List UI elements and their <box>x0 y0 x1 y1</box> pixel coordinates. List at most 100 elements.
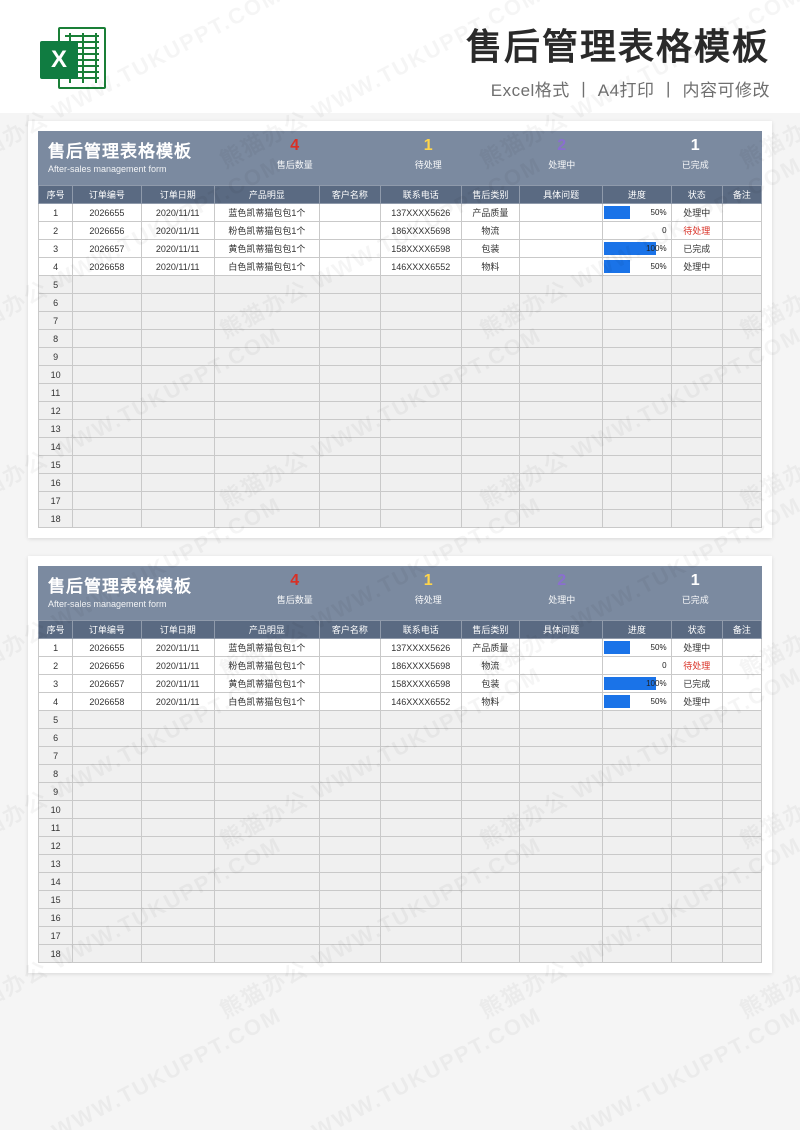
table-cell <box>319 639 380 657</box>
column-header: 序号 <box>39 621 73 639</box>
table-cell: 50% <box>603 639 671 657</box>
table-cell: 6 <box>39 729 73 747</box>
column-header: 备注 <box>722 621 761 639</box>
table-cell <box>671 729 722 747</box>
table-cell <box>722 873 761 891</box>
table-cell <box>520 258 603 276</box>
table-cell <box>722 639 761 657</box>
table-cell <box>671 474 722 492</box>
table-cell: 18 <box>39 510 73 528</box>
table-cell <box>214 456 319 474</box>
table-row: 10 <box>39 366 762 384</box>
table-cell <box>214 837 319 855</box>
table-cell: 3 <box>39 240 73 258</box>
table-cell <box>722 837 761 855</box>
table-cell <box>141 909 214 927</box>
form-subtitle: After-sales management form <box>48 164 218 174</box>
table-cell: 9 <box>39 783 73 801</box>
status-cell: 已完成 <box>671 240 722 258</box>
table-cell: 11 <box>39 819 73 837</box>
table-cell <box>520 222 603 240</box>
table-cell <box>214 909 319 927</box>
status-cell: 处理中 <box>671 258 722 276</box>
table-cell <box>722 474 761 492</box>
table-cell <box>603 492 671 510</box>
table-cell: 50% <box>603 258 671 276</box>
table-cell <box>319 348 380 366</box>
table-cell <box>73 927 141 945</box>
table-cell: 粉色凯蒂猫包包1个 <box>214 657 319 675</box>
after-sales-table: 序号订单编号订单日期产品明显客户名称联系电话售后类别具体问题进度状态备注1202… <box>38 185 762 528</box>
table-cell <box>461 474 520 492</box>
table-cell <box>319 675 380 693</box>
table-cell <box>73 438 141 456</box>
table-cell <box>520 783 603 801</box>
table-cell <box>380 855 461 873</box>
table-cell: 10 <box>39 801 73 819</box>
column-header: 订单编号 <box>73 186 141 204</box>
form-banner: 售后管理表格模板After-sales management form4售后数量… <box>38 131 762 185</box>
table-cell <box>722 492 761 510</box>
table-cell: 158XXXX6598 <box>380 240 461 258</box>
table-cell <box>141 402 214 420</box>
table-cell: 12 <box>39 837 73 855</box>
table-cell <box>319 729 380 747</box>
table-cell <box>671 402 722 420</box>
status-cell: 处理中 <box>671 693 722 711</box>
table-cell <box>214 873 319 891</box>
table-cell <box>214 366 319 384</box>
table-cell: 2026656 <box>73 657 141 675</box>
table-cell <box>671 456 722 474</box>
table-cell <box>319 258 380 276</box>
stat-value: 1 <box>629 572 763 590</box>
table-cell <box>603 456 671 474</box>
table-cell: 186XXXX5698 <box>380 657 461 675</box>
table-cell <box>671 891 722 909</box>
table-cell <box>520 945 603 963</box>
table-row: 6 <box>39 729 762 747</box>
table-cell <box>319 855 380 873</box>
sheet-preview-1: 售后管理表格模板After-sales management form4售后数量… <box>28 121 772 538</box>
table-cell: 1 <box>39 204 73 222</box>
table-cell: 5 <box>39 276 73 294</box>
progress-value: 0 <box>603 226 670 235</box>
table-cell <box>671 801 722 819</box>
table-cell <box>520 492 603 510</box>
stat-value: 4 <box>228 137 362 155</box>
table-cell <box>722 240 761 258</box>
table-row: 220266562020/11/11粉色凯蒂猫包包1个186XXXX5698物流… <box>39 222 762 240</box>
table-cell <box>722 783 761 801</box>
table-cell <box>671 348 722 366</box>
table-cell <box>520 729 603 747</box>
table-cell <box>73 294 141 312</box>
table-cell <box>461 456 520 474</box>
status-cell: 已完成 <box>671 675 722 693</box>
table-cell <box>722 348 761 366</box>
table-cell <box>461 312 520 330</box>
table-cell <box>603 312 671 330</box>
stat-block: 1待处理 <box>362 566 496 620</box>
table-cell <box>461 837 520 855</box>
table-cell <box>73 474 141 492</box>
table-cell <box>461 783 520 801</box>
table-cell <box>214 801 319 819</box>
table-row: 11 <box>39 384 762 402</box>
table-cell <box>520 510 603 528</box>
table-cell <box>722 891 761 909</box>
progress-value: 50% <box>603 697 670 706</box>
table-cell <box>380 492 461 510</box>
excel-file-icon: X <box>40 27 106 93</box>
table-cell <box>520 384 603 402</box>
table-cell <box>319 909 380 927</box>
stat-value: 4 <box>228 572 362 590</box>
table-cell <box>461 402 520 420</box>
table-cell <box>73 276 141 294</box>
table-cell: 186XXXX5698 <box>380 222 461 240</box>
table-cell <box>141 510 214 528</box>
table-cell <box>319 873 380 891</box>
table-cell <box>520 456 603 474</box>
table-cell <box>603 402 671 420</box>
form-title: 售后管理表格模板 <box>48 572 218 597</box>
table-cell <box>380 873 461 891</box>
table-cell <box>214 474 319 492</box>
